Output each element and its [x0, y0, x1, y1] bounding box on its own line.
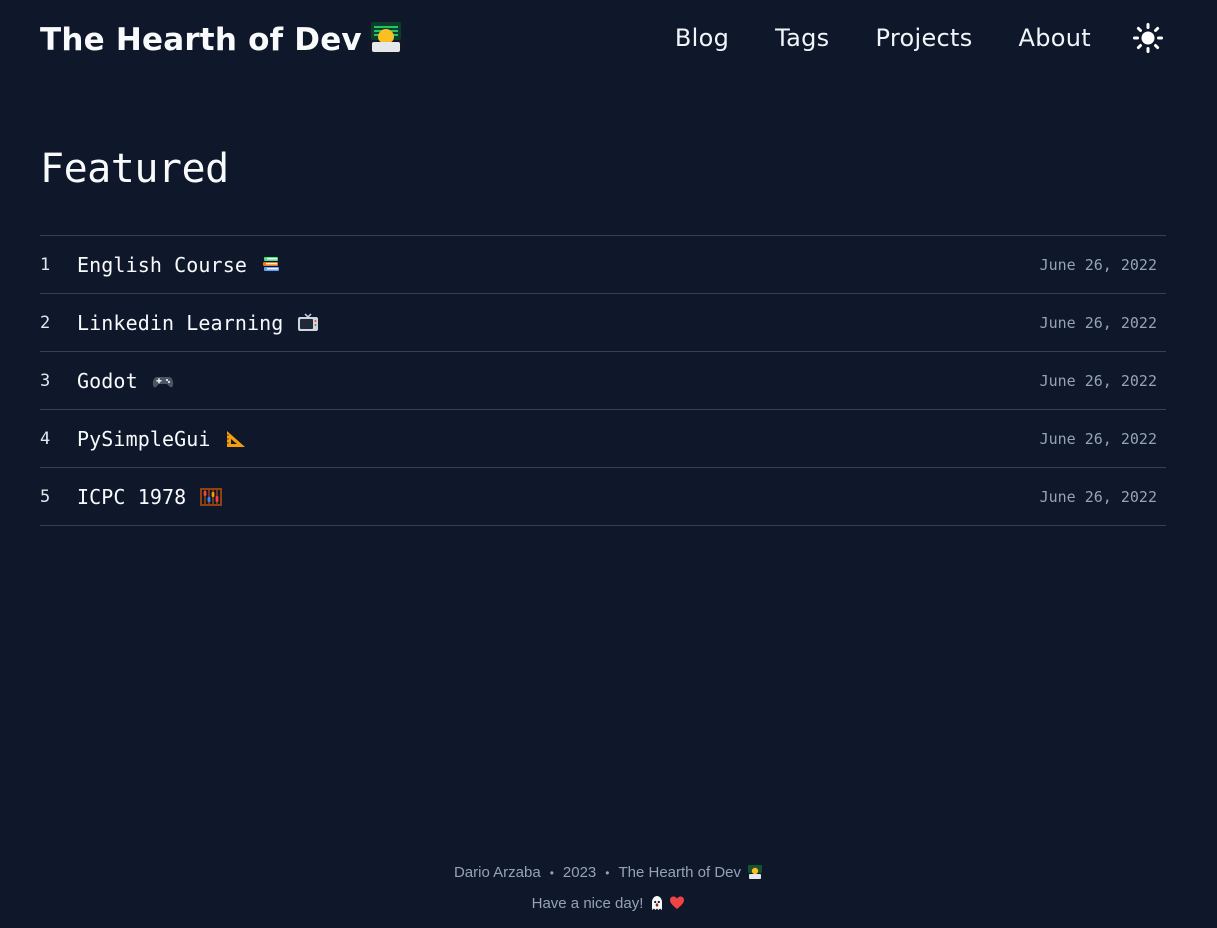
post-title-text: ICPC 1978 — [77, 484, 187, 509]
triangular-ruler-emoji-icon — [225, 429, 247, 449]
post-number: 2 — [40, 312, 51, 333]
footer-year: 2023 — [562, 864, 597, 881]
technologist-emoji-icon — [367, 19, 404, 55]
post-title-text: PySimpleGui — [77, 426, 211, 451]
nav-tags-link[interactable]: Tags — [775, 24, 829, 52]
post-date: June 26, 2022 — [1039, 255, 1157, 274]
post-title-link[interactable]: Linkedin Learning — [77, 311, 319, 335]
footer-credits: Dario Arzaba • 2023 • The Hearth of Dev — [0, 860, 1217, 886]
site-title-link[interactable]: The Hearth of Dev — [40, 19, 404, 58]
site-footer: Dario Arzaba • 2023 • The Hearth of Dev Have… — [0, 860, 1217, 917]
section-title: Featured — [40, 146, 229, 192]
featured-post-list: 1 English Course June 26, 2022 2 Linkedi… — [40, 235, 1166, 526]
post-title-link[interactable]: English Course — [77, 253, 283, 277]
post-number: 1 — [40, 254, 51, 275]
post-row: 5 ICPC 1978 June 26, 2022 — [40, 468, 1166, 526]
main-nav: Blog Tags Projects About — [675, 23, 1177, 53]
technologist-emoji-icon — [747, 863, 763, 879]
post-row: 3 Godot June 26, 2022 — [40, 352, 1166, 410]
post-title-text: English Course — [77, 252, 247, 277]
post-number: 4 — [40, 428, 51, 449]
post-title-link[interactable]: PySimpleGui — [77, 427, 247, 451]
bullet-separator: • — [605, 866, 610, 880]
footer-tagline-line: Have a nice day! — [0, 891, 1217, 917]
post-date: June 26, 2022 — [1039, 487, 1157, 506]
books-emoji-icon — [261, 255, 283, 275]
post-date: June 26, 2022 — [1039, 313, 1157, 332]
site-title-text: The Hearth of Dev — [40, 22, 362, 58]
footer-author: Dario Arzaba — [453, 864, 541, 881]
post-title-link[interactable]: Godot — [77, 369, 174, 393]
bullet-separator: • — [549, 866, 554, 880]
main-content: Featured 1 English Course June 26, 2022 … — [40, 146, 1166, 526]
ghost-emoji-icon — [649, 894, 665, 910]
post-date: June 26, 2022 — [1039, 371, 1157, 390]
site-header: The Hearth of Dev Blog Tags Projects Abo… — [40, 0, 1177, 82]
post-row: 2 Linkedin Learning June 26, 2022 — [40, 294, 1166, 352]
theme-toggle-button[interactable] — [1133, 23, 1163, 53]
post-row: 4 PySimpleGui June 26, 2022 — [40, 410, 1166, 468]
post-number: 3 — [40, 370, 51, 391]
nav-projects-link[interactable]: Projects — [876, 24, 973, 52]
video-game-emoji-icon — [152, 371, 174, 391]
post-number: 5 — [40, 486, 51, 507]
post-date: June 26, 2022 — [1039, 429, 1157, 448]
abacus-emoji-icon — [200, 487, 223, 507]
post-title-text: Linkedin Learning — [77, 310, 284, 335]
television-emoji-icon — [297, 312, 319, 333]
post-title-link[interactable]: ICPC 1978 — [77, 484, 223, 509]
nav-about-link[interactable]: About — [1019, 24, 1091, 52]
heart-icon — [669, 894, 685, 910]
nav-blog-link[interactable]: Blog — [675, 24, 729, 52]
sun-icon — [1133, 23, 1163, 53]
footer-site-name: The Hearth of Dev — [618, 864, 742, 881]
post-row: 1 English Course June 26, 2022 — [40, 236, 1166, 294]
post-title-text: Godot — [77, 368, 138, 393]
footer-tagline: Have a nice day! — [531, 895, 644, 912]
